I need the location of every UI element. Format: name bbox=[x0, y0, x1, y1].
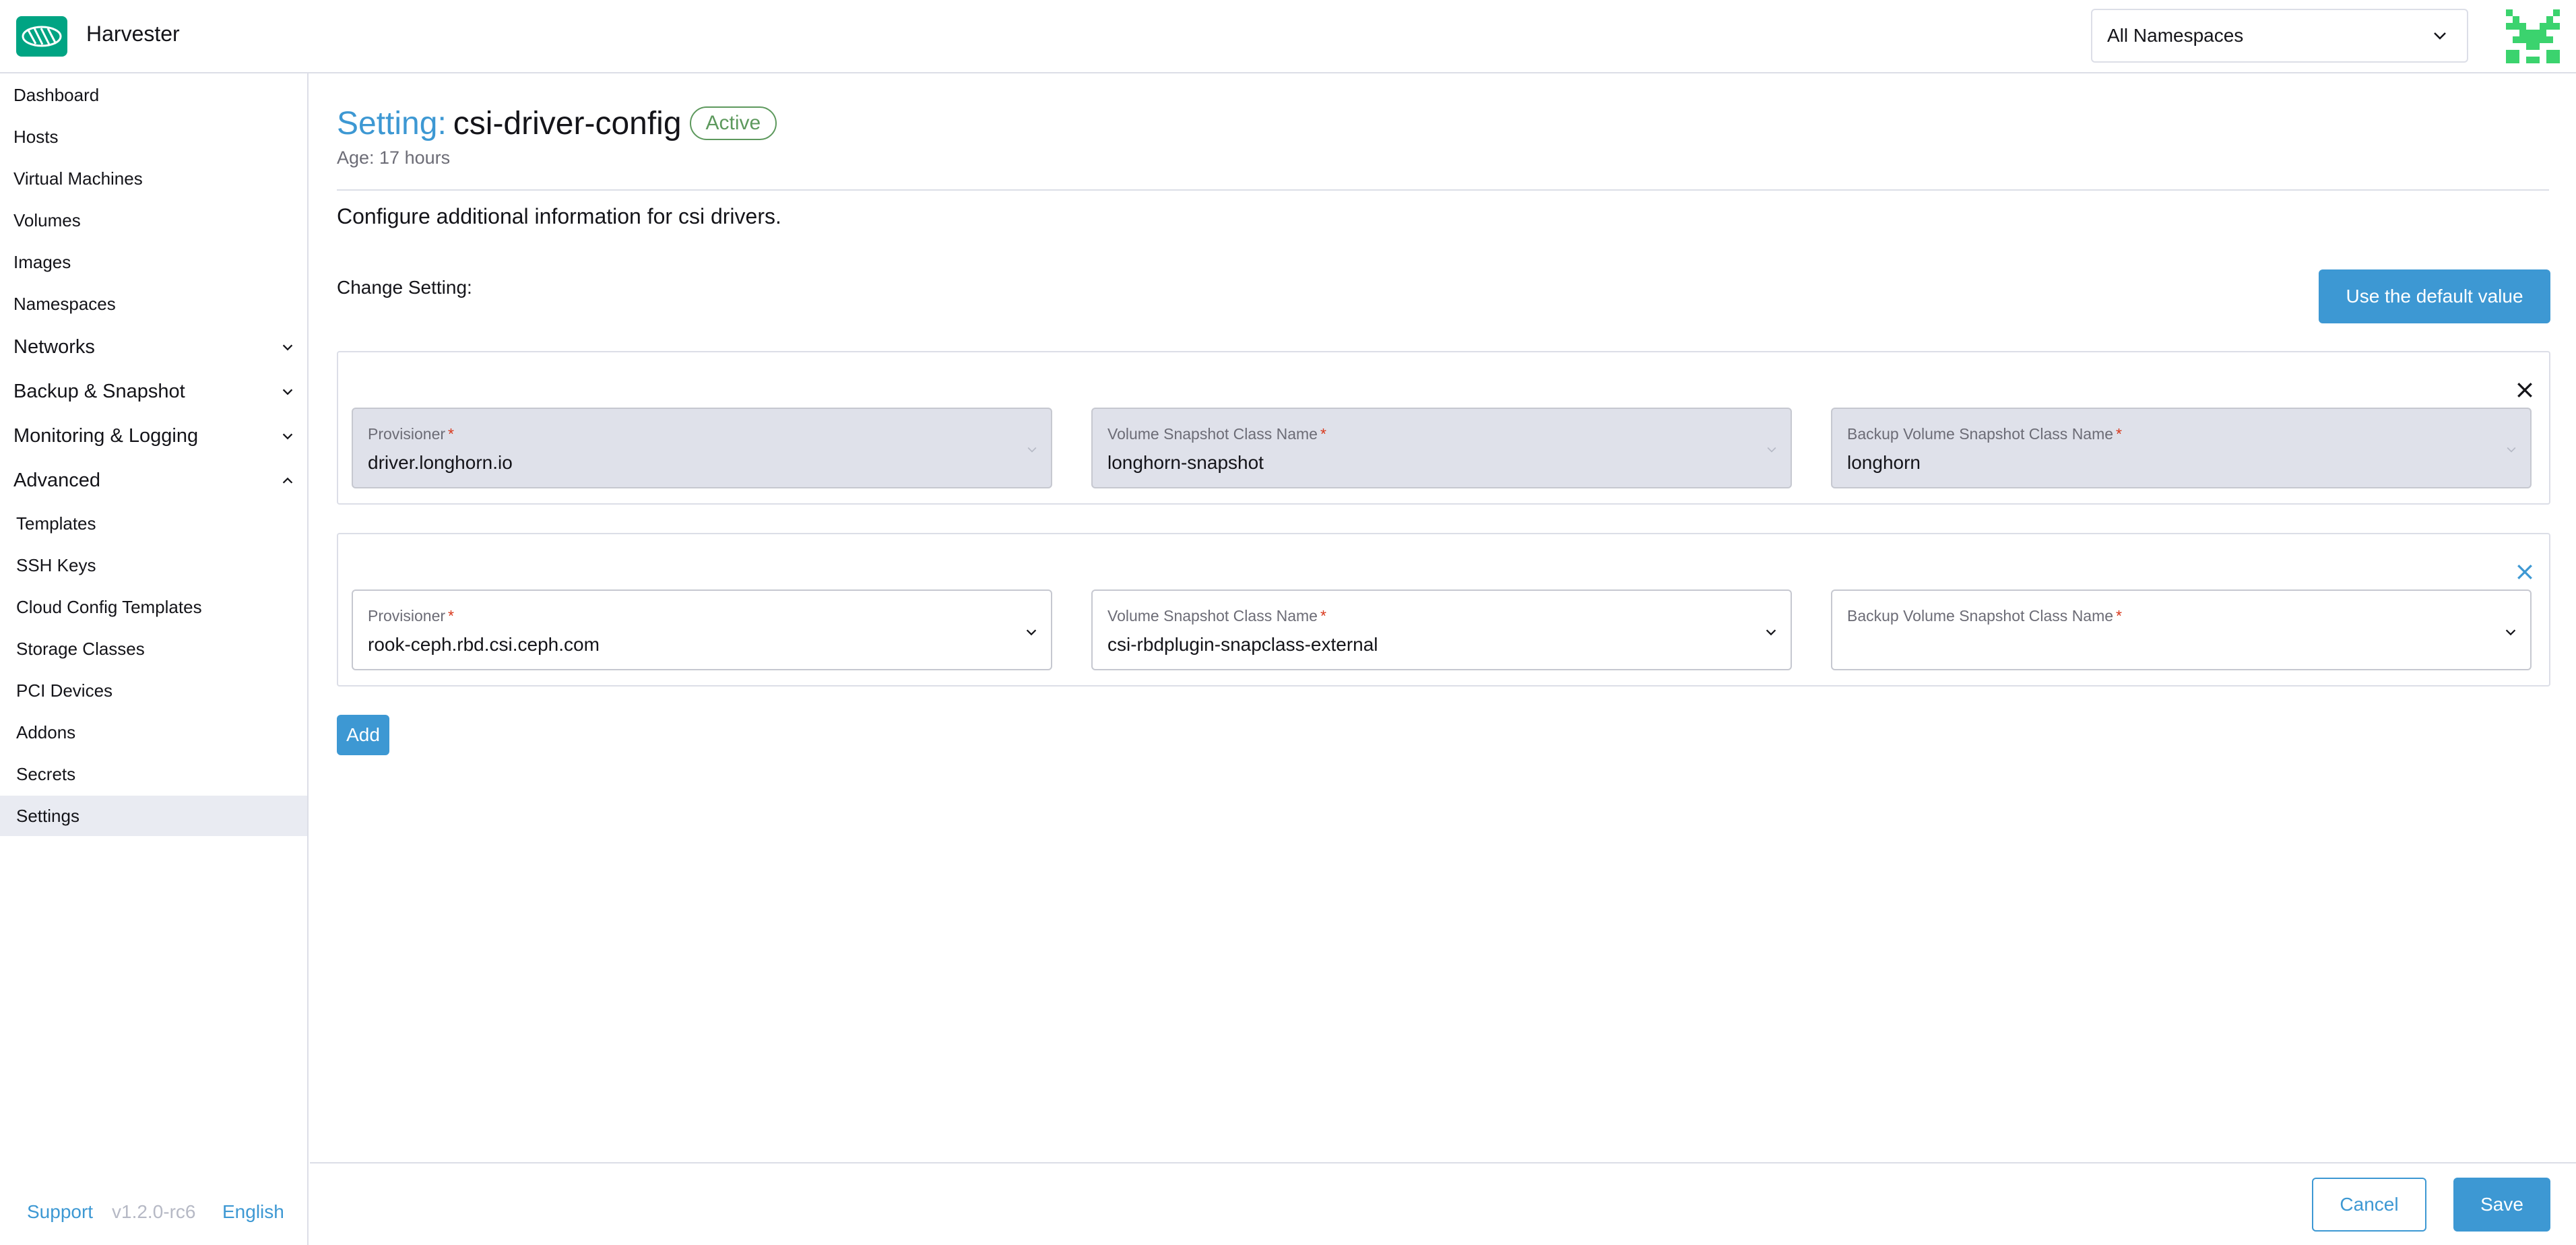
remove-driver-button[interactable] bbox=[2511, 558, 2538, 585]
field-value: longhorn bbox=[1847, 452, 1921, 473]
page-title: Setting: csi-driver-config Active bbox=[337, 102, 777, 145]
sidebar-item-label: Addons bbox=[16, 722, 76, 742]
sidebar-item-label: SSH Keys bbox=[16, 554, 96, 575]
chevron-down-icon bbox=[1026, 629, 1037, 636]
sidebar-group-label: Backup & Snapshot bbox=[13, 380, 185, 402]
age-label: Age: 17 hours bbox=[337, 148, 451, 168]
avatar-icon bbox=[2506, 9, 2560, 63]
sidebar-item-virtual-machines[interactable]: Virtual Machines bbox=[0, 158, 307, 199]
namespace-select-value: All Namespaces bbox=[2107, 25, 2244, 46]
sidebar-item-volumes[interactable]: Volumes bbox=[0, 200, 307, 241]
change-setting-label: Change Setting: bbox=[337, 277, 472, 298]
namespace-select[interactable]: All Namespaces bbox=[2091, 9, 2468, 63]
backup-snapshot-class-select[interactable]: Backup Volume Snapshot Class Name * longh… bbox=[1831, 408, 2532, 488]
sidebar-item-hosts[interactable]: Hosts bbox=[0, 117, 307, 157]
sidebar-item-label: PCI Devices bbox=[16, 680, 113, 701]
page-title-name: csi-driver-config bbox=[453, 105, 682, 141]
chevron-down-icon bbox=[2434, 32, 2446, 40]
save-button[interactable]: Save bbox=[2453, 1178, 2550, 1232]
sidebar-item-dashboard[interactable]: Dashboard bbox=[0, 75, 307, 115]
sidebar-item-secrets[interactable]: Secrets bbox=[0, 754, 307, 794]
sidebar-group-label: Monitoring & Logging bbox=[13, 424, 199, 447]
snapshot-class-select[interactable]: Volume Snapshot Class Name * csi-rbdplugi… bbox=[1091, 589, 1792, 670]
sidebar-item-settings[interactable]: Settings bbox=[0, 796, 307, 836]
sidebar-item-pci-devices[interactable]: PCI Devices bbox=[0, 670, 307, 711]
field-label: Volume Snapshot Class Name * bbox=[1107, 607, 1326, 625]
chevron-down-icon bbox=[282, 433, 293, 440]
page-title-prefix: Setting: bbox=[337, 105, 447, 141]
main-content: Setting: csi-driver-config Active Age: 1… bbox=[310, 73, 2576, 1245]
close-icon bbox=[2517, 383, 2532, 397]
sidebar-item-label: Secrets bbox=[16, 763, 76, 784]
field-label: Backup Volume Snapshot Class Name * bbox=[1847, 607, 2122, 625]
field-value: csi-rbdplugin-snapclass-external bbox=[1107, 634, 1378, 655]
sidebar-group-monitoring-logging[interactable]: Monitoring & Logging bbox=[0, 416, 307, 456]
user-avatar[interactable] bbox=[2506, 9, 2560, 63]
chevron-down-icon bbox=[1766, 629, 1776, 636]
field-label: Provisioner * bbox=[368, 425, 454, 443]
language-link[interactable]: English bbox=[222, 1201, 284, 1223]
sidebar-item-ssh-keys[interactable]: SSH Keys bbox=[0, 545, 307, 585]
harvester-logo[interactable] bbox=[16, 16, 67, 57]
sidebar-group-label: Networks bbox=[13, 336, 95, 358]
sidebar-item-label: Namespaces bbox=[13, 293, 116, 314]
add-driver-button[interactable]: Add bbox=[337, 715, 389, 755]
top-header: Harvester All Namespaces bbox=[0, 0, 2576, 73]
field-value: rook-ceph.rbd.csi.ceph.com bbox=[368, 634, 600, 655]
setting-description: Configure additional information for csi… bbox=[337, 204, 781, 228]
backup-snapshot-class-select[interactable]: Backup Volume Snapshot Class Name * bbox=[1831, 589, 2532, 670]
version-label: v1.2.0-rc6 bbox=[112, 1201, 196, 1222]
chevron-up-icon bbox=[282, 477, 293, 484]
snapshot-class-select[interactable]: Volume Snapshot Class Name * longhorn-sna… bbox=[1091, 408, 1792, 488]
chevron-down-icon bbox=[1027, 447, 1037, 453]
sidebar-item-images[interactable]: Images bbox=[0, 242, 307, 282]
use-default-value-button[interactable]: Use the default value bbox=[2319, 269, 2550, 323]
field-value: longhorn-snapshot bbox=[1107, 452, 1264, 473]
chevron-down-icon bbox=[1767, 447, 1776, 453]
sidebar-group-networks[interactable]: Networks bbox=[0, 327, 307, 367]
chevron-down-icon bbox=[282, 389, 293, 395]
sidebar: Dashboard Hosts Virtual Machines Volumes… bbox=[0, 73, 309, 1245]
sidebar-item-cloud-config-templates[interactable]: Cloud Config Templates bbox=[0, 587, 307, 627]
sidebar-group-backup-snapshot[interactable]: Backup & Snapshot bbox=[0, 371, 307, 412]
sidebar-item-label: Settings bbox=[16, 805, 79, 826]
chevron-down-icon bbox=[2507, 447, 2516, 453]
sidebar-item-addons[interactable]: Addons bbox=[0, 712, 307, 753]
app-title: Harvester bbox=[86, 22, 180, 46]
sidebar-item-label: Hosts bbox=[13, 126, 59, 147]
chevron-down-icon bbox=[2505, 629, 2516, 636]
field-label: Backup Volume Snapshot Class Name * bbox=[1847, 425, 2122, 443]
field-label: Provisioner * bbox=[368, 607, 454, 625]
close-icon bbox=[2517, 565, 2532, 579]
sidebar-item-label: Images bbox=[13, 251, 71, 272]
divider bbox=[337, 189, 2549, 191]
field-value: driver.longhorn.io bbox=[368, 452, 513, 473]
cancel-button[interactable]: Cancel bbox=[2312, 1178, 2426, 1232]
sidebar-footer: Support v1.2.0-rc6 English bbox=[0, 1192, 307, 1232]
chevron-down-icon bbox=[282, 344, 293, 351]
driver-card: Provisioner * driver.longhorn.io Volume S… bbox=[337, 351, 2550, 505]
sidebar-item-label: Virtual Machines bbox=[13, 168, 143, 189]
sidebar-item-label: Templates bbox=[16, 513, 96, 534]
provisioner-select[interactable]: Provisioner * rook-ceph.rbd.csi.ceph.com bbox=[352, 589, 1052, 670]
sidebar-item-label: Cloud Config Templates bbox=[16, 596, 202, 617]
status-badge: Active bbox=[689, 106, 777, 140]
sidebar-item-namespaces[interactable]: Namespaces bbox=[0, 284, 307, 324]
driver-card: Provisioner * rook-ceph.rbd.csi.ceph.com … bbox=[337, 533, 2550, 687]
remove-driver-button[interactable] bbox=[2511, 377, 2538, 404]
sidebar-item-templates[interactable]: Templates bbox=[0, 503, 307, 544]
provisioner-select[interactable]: Provisioner * driver.longhorn.io bbox=[352, 408, 1052, 488]
sidebar-group-advanced[interactable]: Advanced bbox=[0, 460, 307, 501]
support-link[interactable]: Support bbox=[27, 1201, 93, 1223]
harvester-logo-icon bbox=[22, 26, 62, 47]
form-footer: Cancel Save bbox=[310, 1162, 2576, 1245]
sidebar-item-storage-classes[interactable]: Storage Classes bbox=[0, 629, 307, 669]
sidebar-group-label: Advanced bbox=[13, 469, 100, 491]
sidebar-item-label: Storage Classes bbox=[16, 638, 145, 659]
sidebar-item-label: Volumes bbox=[13, 210, 81, 230]
sidebar-item-label: Dashboard bbox=[13, 84, 100, 105]
field-label: Volume Snapshot Class Name * bbox=[1107, 425, 1326, 443]
